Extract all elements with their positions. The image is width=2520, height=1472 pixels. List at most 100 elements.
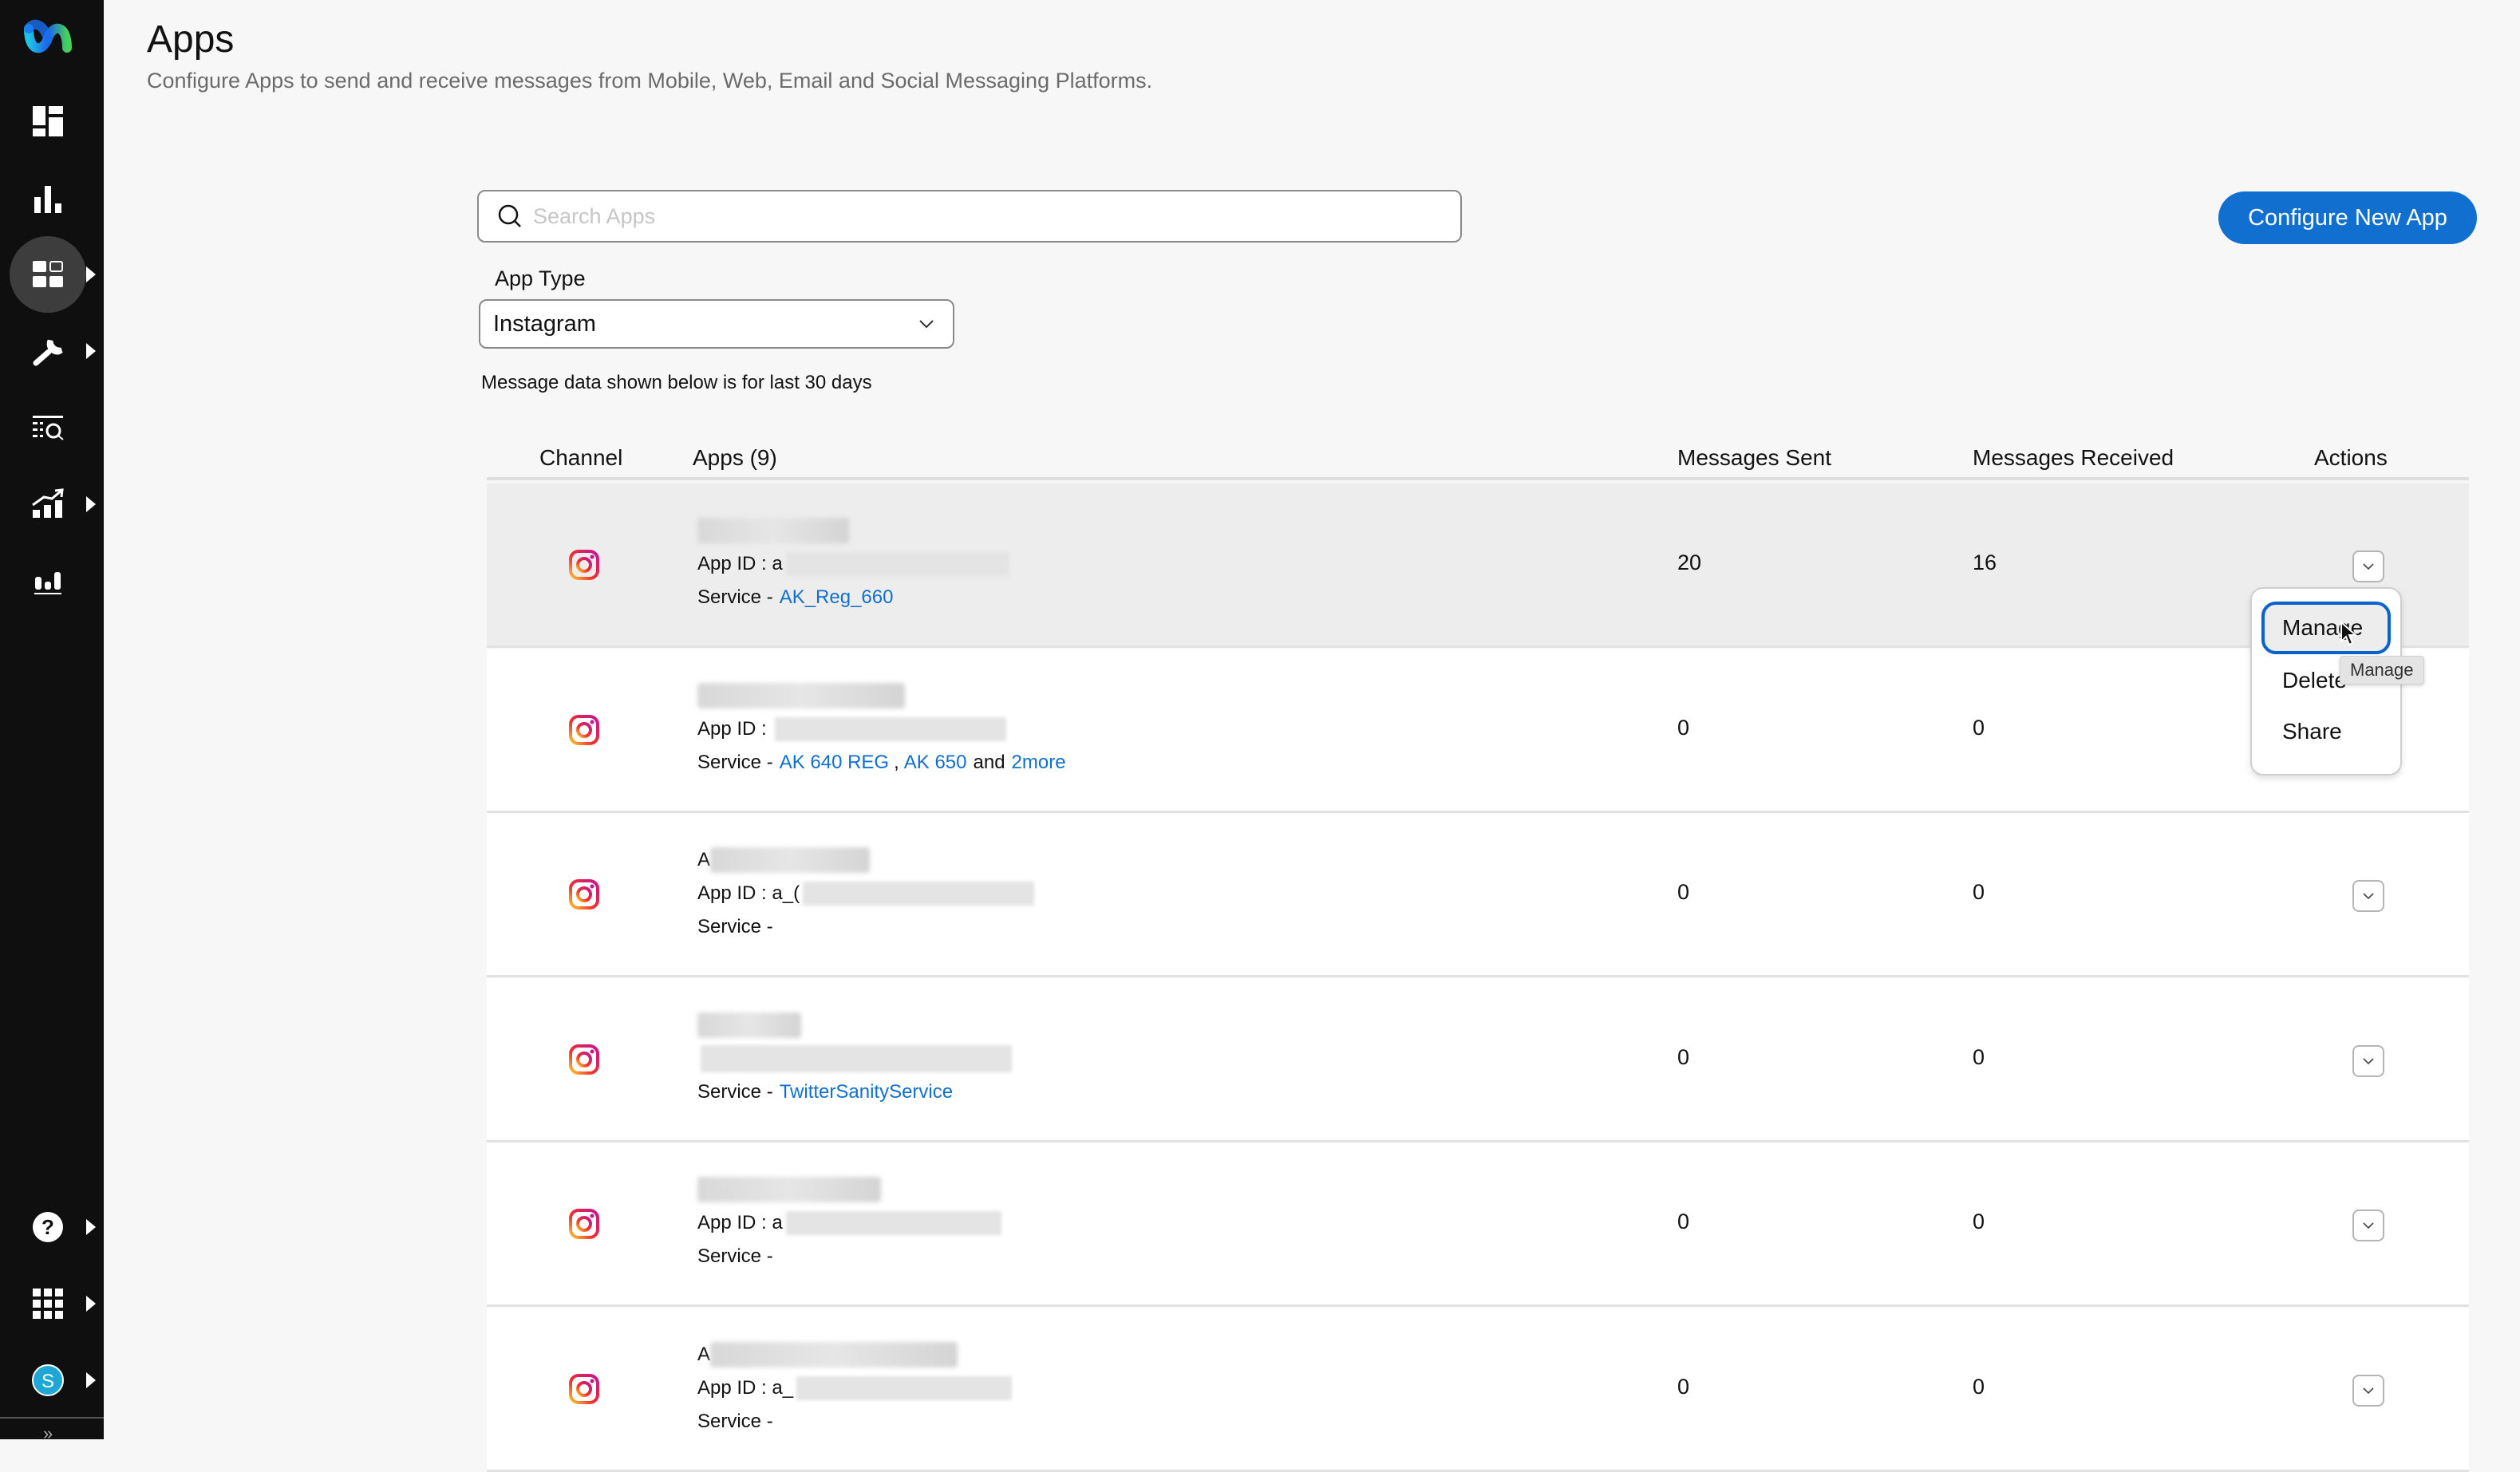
redacted-app-id <box>697 1042 1012 1075</box>
redacted-app-id <box>803 882 1035 906</box>
redacted-app-id <box>785 552 1009 576</box>
messages-sent-value: 0 <box>1677 1374 1690 1399</box>
row-actions-dropdown-button[interactable] <box>2352 551 2384 582</box>
redacted-app-name <box>697 1012 801 1038</box>
app-services: Service - <box>697 1245 773 1267</box>
app-launcher-submenu-caret-icon[interactable] <box>86 1296 96 1312</box>
table-row[interactable]: App ID : a Service - AK_Reg_660 20 16 <box>487 483 2469 648</box>
column-header-apps[interactable]: Apps (9) <box>693 445 777 471</box>
app-id: App ID : a_( <box>697 877 1035 910</box>
service-link[interactable]: AK 640 REG <box>780 752 889 774</box>
row-actions-dropdown-button[interactable] <box>2352 1210 2384 1241</box>
search-input[interactable] <box>533 203 1411 229</box>
sidebar-item-settings[interactable] <box>10 313 86 389</box>
sidebar-item-monitoring[interactable] <box>10 389 86 466</box>
instagram-icon <box>569 714 599 745</box>
messages-received-value: 0 <box>1973 715 1985 740</box>
app-type-select[interactable]: Instagram <box>479 299 954 349</box>
sidebar-item-analytics[interactable] <box>10 466 86 543</box>
app-info: App ID : a Service - AK_Reg_660 <box>697 514 1009 614</box>
chevron-down-icon <box>2363 1222 2374 1229</box>
sidebar-item-apps[interactable] <box>10 236 86 313</box>
app-name <box>697 514 1009 547</box>
app-info: App ID : Service - AK 640 REG, AK 650 and 2m… <box>697 679 1066 779</box>
sidebar-item-help[interactable]: ? <box>10 1189 86 1265</box>
user-avatar-icon: S <box>32 1364 64 1396</box>
sidebar-divider <box>0 1417 104 1419</box>
page-description: Configure Apps to send and receive messa… <box>147 69 1153 93</box>
table-row[interactable]: A App ID : a_ Service - 0 0 <box>487 1307 2469 1472</box>
table-row[interactable]: A App ID : a_(Service - 0 0 <box>487 813 2469 977</box>
app-info: App ID : a Service - <box>697 1173 1001 1273</box>
service-link[interactable]: AK_Reg_660 <box>780 586 894 609</box>
messages-sent-value: 0 <box>1677 1044 1690 1069</box>
sidebar-item-insights[interactable] <box>10 543 86 619</box>
apps-grid-icon <box>33 261 63 287</box>
analytics-submenu-caret-icon[interactable] <box>86 496 96 512</box>
row-actions-dropdown-button[interactable] <box>2352 880 2384 912</box>
trend-chart-icon <box>32 488 64 518</box>
settings-submenu-caret-icon[interactable] <box>86 343 96 359</box>
dashboard-icon <box>33 106 63 136</box>
service-link[interactable]: AK 650 <box>904 752 967 774</box>
search-icon <box>498 204 521 227</box>
redacted-app-id <box>775 716 1007 741</box>
search-box[interactable] <box>477 190 1462 243</box>
sidebar-item-app-launcher[interactable] <box>10 1265 86 1342</box>
table-header: Channel Apps (9) Messages Sent Messages … <box>487 436 2469 480</box>
messages-sent-value: 0 <box>1677 1210 1690 1233</box>
instagram-icon <box>569 1044 599 1075</box>
app-info: Service - TwitterSanityService <box>697 1008 1012 1109</box>
redacted-app-id <box>796 1375 1013 1400</box>
menu-item-share[interactable]: Share <box>2261 705 2391 758</box>
messages-received-value: 0 <box>1973 1374 1985 1399</box>
messages-received-value: 0 <box>1973 1210 1985 1233</box>
redacted-app-id <box>785 1211 1001 1235</box>
messages-sent-value: 0 <box>1677 880 1690 904</box>
table-row[interactable]: Service - TwitterSanityService 0 0 <box>487 977 2469 1142</box>
sidebar-item-profile[interactable]: S <box>10 1342 86 1419</box>
app-type-label: App Type <box>495 266 586 290</box>
row-actions-dropdown-button[interactable] <box>2352 1044 2384 1077</box>
chevron-down-icon <box>919 320 934 329</box>
instagram-icon <box>569 1373 599 1404</box>
app-services: Service - TwitterSanityService <box>697 1080 954 1103</box>
app-services: Service - <box>697 916 773 937</box>
sidebar-item-dashboard[interactable] <box>10 83 86 160</box>
webex-logo-icon[interactable] <box>22 18 73 59</box>
bar-chart-icon <box>34 186 61 213</box>
table-row[interactable]: App ID : a Service - 0 0 <box>487 1142 2469 1307</box>
instagram-icon <box>569 1209 599 1239</box>
app-id: App ID : a_ <box>697 1371 1013 1405</box>
chevron-down-icon <box>2363 893 2374 900</box>
app-services: Service - <box>697 1410 773 1432</box>
redacted-app-name <box>710 1341 958 1367</box>
row-actions-dropdown-button[interactable] <box>2352 1374 2384 1407</box>
list-search-icon <box>33 416 64 440</box>
redacted-app-name <box>697 1177 881 1202</box>
analytics-icon <box>34 572 61 594</box>
more-services-link[interactable]: 2more <box>1012 752 1066 774</box>
app-id: App ID : <box>697 712 1066 746</box>
sidebar: ? S » <box>0 0 104 1443</box>
configure-new-app-button[interactable]: Configure New App <box>2218 191 2477 244</box>
redacted-app-name <box>710 847 871 873</box>
apps-submenu-caret-icon[interactable] <box>86 266 96 282</box>
expand-sidebar-icon[interactable]: » <box>43 1423 53 1444</box>
redacted-app-name <box>697 682 905 708</box>
column-header-messages-sent[interactable]: Messages Sent <box>1677 445 1831 471</box>
app-info: A App ID : a_(Service - <box>697 843 1035 944</box>
column-header-channel[interactable]: Channel <box>539 445 622 471</box>
svg-text:?: ? <box>41 1215 54 1239</box>
menu-item-manage[interactable]: Manage <box>2261 602 2391 654</box>
help-submenu-caret-icon[interactable] <box>86 1219 96 1235</box>
sidebar-item-reports[interactable] <box>10 160 86 236</box>
svg-text:S: S <box>41 1371 54 1392</box>
wrench-icon <box>33 339 63 366</box>
app-services: Service - AK 640 REG, AK 650 and 2more <box>697 751 1066 774</box>
app-name <box>697 1008 1012 1042</box>
table-row[interactable]: App ID : Service - AK 640 REG, AK 650 and 2m… <box>487 648 2469 813</box>
column-header-messages-received[interactable]: Messages Received <box>1973 445 2174 471</box>
service-link[interactable]: TwitterSanityService <box>780 1081 953 1103</box>
profile-submenu-caret-icon[interactable] <box>86 1372 96 1388</box>
